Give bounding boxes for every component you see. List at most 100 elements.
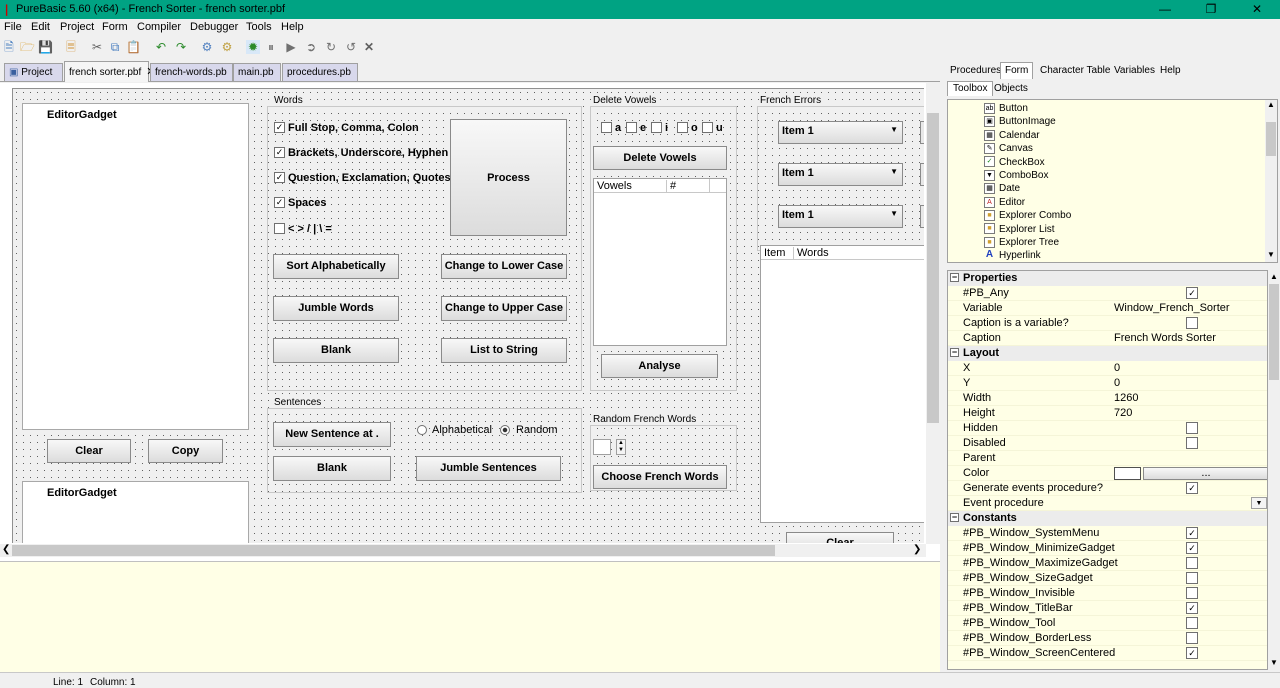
close-button[interactable]: ✕ bbox=[1234, 0, 1280, 19]
menu-help[interactable]: Help bbox=[281, 21, 304, 33]
vowel-e-checkbox[interactable] bbox=[626, 122, 637, 133]
caption-variable-checkbox[interactable] bbox=[1186, 317, 1198, 329]
editor-gadget-2[interactable]: EditorGadget bbox=[22, 481, 249, 543]
maximize-button[interactable]: ❐ bbox=[1188, 0, 1234, 19]
system-menu-checkbox[interactable]: ✓ bbox=[1186, 527, 1198, 539]
toolbox-item-explorer-combo[interactable]: ■ Explorer Combo bbox=[984, 209, 1071, 222]
vowels-column-header[interactable]: Vowels bbox=[597, 180, 632, 192]
words-list[interactable]: Item Words bbox=[760, 245, 924, 523]
vowels-list[interactable]: Vowels # bbox=[593, 178, 727, 346]
toolbox-list[interactable]: ab Button ▣ ButtonImage ▦ Calendar ✎ Canvas … bbox=[947, 99, 1278, 263]
build-icon[interactable]: ⚙ bbox=[220, 40, 234, 54]
size-gadget-checkbox[interactable] bbox=[1186, 572, 1198, 584]
prop-caption[interactable]: Caption French Words Sorter bbox=[948, 331, 1267, 346]
step-over-icon[interactable]: ↻ bbox=[324, 40, 338, 54]
menu-debugger[interactable]: Debugger bbox=[190, 21, 238, 33]
step-icon[interactable]: ➲ bbox=[304, 40, 318, 54]
error-edge-widget-3[interactable] bbox=[920, 205, 924, 228]
menu-file[interactable]: File bbox=[4, 21, 22, 33]
open-file-icon[interactable]: 🗁 bbox=[20, 40, 35, 54]
menu-compiler[interactable]: Compiler bbox=[137, 21, 181, 33]
constants-section[interactable]: − Constants bbox=[948, 511, 1267, 526]
const-size-gadget[interactable]: #PB_Window_SizeGadget bbox=[948, 571, 1267, 586]
title-bar-checkbox[interactable]: ✓ bbox=[1186, 602, 1198, 614]
const-invisible[interactable]: #PB_Window_Invisible bbox=[948, 586, 1267, 601]
toolbox-item-combobox[interactable]: ▼ ComboBox bbox=[984, 169, 1048, 182]
tool-checkbox[interactable] bbox=[1186, 617, 1198, 629]
scrollbar-thumb[interactable] bbox=[927, 113, 939, 423]
symbols-checkbox[interactable] bbox=[274, 223, 285, 234]
random-radio[interactable] bbox=[500, 425, 510, 435]
prop-pb-any[interactable]: #PB_Any ✓ bbox=[948, 286, 1267, 301]
collapse-icon[interactable]: − bbox=[950, 273, 959, 282]
close-file-icon[interactable]: 🗏 bbox=[64, 40, 78, 54]
scroll-right-icon[interactable]: ❯ bbox=[913, 544, 921, 555]
jumble-words-button[interactable]: Jumble Words bbox=[273, 296, 399, 321]
toolbox-item-hyperlink[interactable]: A Hyperlink bbox=[984, 249, 1041, 262]
item-column-header[interactable]: Item bbox=[764, 247, 785, 259]
const-title-bar[interactable]: #PB_Window_TitleBar ✓ bbox=[948, 601, 1267, 616]
prop-variable[interactable]: Variable Window_French_Sorter bbox=[948, 301, 1267, 316]
prop-generate-events[interactable]: Generate events procedure? ✓ bbox=[948, 481, 1267, 496]
analyse-button[interactable]: Analyse bbox=[601, 354, 718, 378]
hidden-checkbox[interactable] bbox=[1186, 422, 1198, 434]
new-sentence-button[interactable]: New Sentence at . bbox=[273, 422, 391, 447]
kill-icon[interactable]: ✕ bbox=[362, 40, 376, 54]
borderless-checkbox[interactable] bbox=[1186, 632, 1198, 644]
tab-help[interactable]: Help bbox=[1155, 62, 1186, 79]
debug-icon[interactable]: ✹ bbox=[246, 40, 260, 54]
pb-any-checkbox[interactable]: ✓ bbox=[1186, 287, 1198, 299]
spaces-checkbox[interactable]: ✓ bbox=[274, 197, 285, 208]
clear-button[interactable]: Clear bbox=[47, 439, 131, 463]
toolbox-item-buttonimage[interactable]: ▣ ButtonImage bbox=[984, 115, 1056, 128]
alphabetical-radio[interactable] bbox=[417, 425, 427, 435]
tab-procedures-pb[interactable]: procedures.pb bbox=[282, 63, 358, 81]
design-vertical-scrollbar[interactable] bbox=[926, 83, 940, 544]
error-combo-2[interactable]: Item 1 ▼ bbox=[778, 163, 903, 186]
delete-vowels-button[interactable]: Delete Vowels bbox=[593, 146, 727, 170]
spin-arrows-icon[interactable]: ▲ ▼ bbox=[616, 439, 626, 455]
const-minimize-gadget[interactable]: #PB_Window_MinimizeGadget ✓ bbox=[948, 541, 1267, 556]
sort-alphabetically-button[interactable]: Sort Alphabetically bbox=[273, 254, 399, 279]
form-canvas[interactable]: EditorGadget Clear Copy EditorGadget Wor… bbox=[12, 88, 924, 543]
const-borderless[interactable]: #PB_Window_BorderLess bbox=[948, 631, 1267, 646]
pause-icon[interactable]: ⏸ bbox=[264, 40, 278, 54]
properties-scrollbar[interactable]: ▲ ▼ bbox=[1268, 270, 1280, 670]
prop-caption-variable[interactable]: Caption is a variable? bbox=[948, 316, 1267, 331]
toolbox-scrollbar[interactable]: ▲ ▼ bbox=[1265, 100, 1277, 262]
prop-y[interactable]: Y0 bbox=[948, 376, 1267, 391]
menu-project[interactable]: Project bbox=[60, 21, 94, 33]
blank-button-1[interactable]: Blank bbox=[273, 338, 399, 363]
tab-variables[interactable]: Variables bbox=[1109, 62, 1160, 79]
step-out-icon[interactable]: ↺ bbox=[344, 40, 358, 54]
copy-button[interactable]: Copy bbox=[148, 439, 223, 463]
prop-event-procedure[interactable]: Event procedure ▼ bbox=[948, 496, 1267, 511]
toolbox-item-explorer-list[interactable]: ■ Explorer List bbox=[984, 223, 1055, 236]
upper-case-button[interactable]: Change to Upper Case bbox=[441, 296, 567, 321]
menu-tools[interactable]: Tools bbox=[246, 21, 272, 33]
choose-french-words-button[interactable]: Choose French Words bbox=[593, 465, 727, 489]
subtab-objects[interactable]: Objects bbox=[989, 82, 1033, 97]
tab-french-sorter-pbf[interactable]: french sorter.pbf✕ bbox=[64, 61, 155, 82]
prop-width[interactable]: Width 1260 bbox=[948, 391, 1267, 406]
const-tool[interactable]: #PB_Window_Tool bbox=[948, 616, 1267, 631]
cut-icon[interactable]: ✂ bbox=[90, 40, 104, 54]
error-edge-widget-1[interactable] bbox=[920, 121, 924, 144]
scrollbar-thumb[interactable] bbox=[1269, 284, 1279, 380]
screen-centered-checkbox[interactable]: ✓ bbox=[1186, 647, 1198, 659]
disabled-checkbox[interactable] bbox=[1186, 437, 1198, 449]
question-checkbox[interactable]: ✓ bbox=[274, 172, 285, 183]
design-horizontal-scrollbar[interactable]: ❮ ❯ bbox=[0, 544, 926, 557]
subtab-toolbox[interactable]: Toolbox bbox=[947, 81, 994, 96]
compile-icon[interactable]: ⚙ bbox=[200, 40, 214, 54]
prop-color[interactable]: Color ... bbox=[948, 466, 1267, 481]
scroll-down-icon[interactable]: ▼ bbox=[1267, 250, 1275, 259]
scroll-up-icon[interactable]: ▲ bbox=[1270, 272, 1278, 281]
menu-edit[interactable]: Edit bbox=[31, 21, 50, 33]
properties-grid[interactable]: − Properties #PB_Any ✓ Variable Window_Fren… bbox=[947, 270, 1268, 670]
toolbox-item-canvas[interactable]: ✎ Canvas bbox=[984, 142, 1033, 155]
clear-button-2[interactable]: Clear bbox=[786, 532, 894, 543]
scroll-up-icon[interactable]: ▲ bbox=[1267, 100, 1275, 109]
collapse-icon[interactable]: − bbox=[950, 348, 959, 357]
minimize-gadget-checkbox[interactable]: ✓ bbox=[1186, 542, 1198, 554]
